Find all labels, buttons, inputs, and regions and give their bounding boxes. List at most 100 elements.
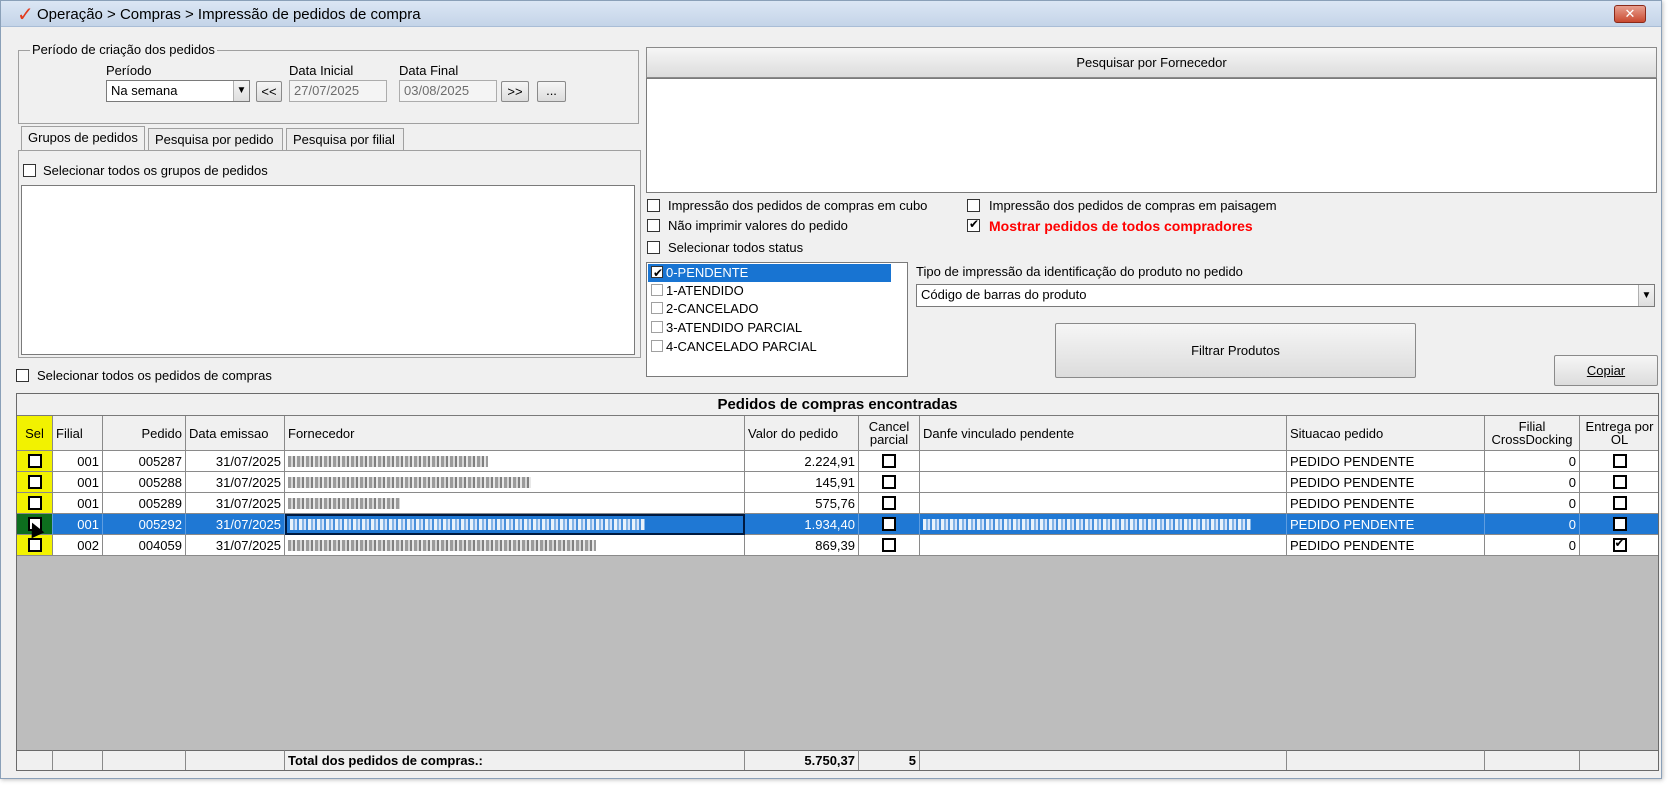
row-cancel-cell[interactable] xyxy=(859,535,920,556)
status-item-cancelado[interactable]: 2-CANCELADO xyxy=(648,300,891,318)
grid-header: Sel Filial Pedido Data emissao Fornecedo… xyxy=(17,416,1658,451)
row-data: 31/07/2025 xyxy=(186,535,285,556)
filtrar-produtos-button[interactable]: Filtrar Produtos xyxy=(1055,323,1416,378)
header-sel[interactable]: Sel xyxy=(17,416,53,451)
periodo-select[interactable]: Na semana ▼ xyxy=(106,80,250,102)
select-all-grupos-label: Selecionar todos os grupos de pedidos xyxy=(43,163,268,178)
status-item-atendido[interactable]: 1-ATENDIDO xyxy=(648,282,891,300)
cancel-parcial-checkbox[interactable] xyxy=(882,538,896,552)
header-pedido[interactable]: Pedido xyxy=(103,416,186,451)
tab-pesquisa-por-pedido[interactable]: Pesquisa por pedido xyxy=(148,128,283,150)
row-entrega-cell[interactable] xyxy=(1580,472,1658,493)
redacted-text xyxy=(288,476,531,488)
footer-blank xyxy=(53,750,103,770)
select-all-grupos-checkbox[interactable] xyxy=(23,164,36,177)
header-danfe[interactable]: Danfe vinculado pendente xyxy=(920,416,1287,451)
status-item-cancelado-parcial[interactable]: 4-CANCELADO PARCIAL xyxy=(648,338,891,356)
row-select-checkbox[interactable] xyxy=(27,454,42,468)
row-sel-cell[interactable] xyxy=(17,535,53,556)
copiar-button[interactable]: Copiar xyxy=(1554,355,1658,386)
data-inicial-field[interactable]: 27/07/2025 xyxy=(289,80,387,102)
header-fornecedor[interactable]: Fornecedor xyxy=(285,416,745,451)
row-danfe-redacted xyxy=(920,514,1287,535)
row-danfe xyxy=(920,472,1287,493)
table-row[interactable]: 001 005289 31/07/2025 575,76 PEDIDO PEND… xyxy=(17,493,1658,514)
status-list[interactable]: 0-PENDENTE 1-ATENDIDO 2-CANCELADO 3-ATEN… xyxy=(646,262,908,377)
entrega-ol-checkbox[interactable] xyxy=(1612,517,1627,531)
entrega-ol-checkbox[interactable] xyxy=(1612,454,1627,468)
status-checkbox[interactable] xyxy=(651,284,663,296)
selecionar-todos-status-checkbox[interactable] xyxy=(647,241,660,254)
more-options-button[interactable]: ... xyxy=(537,81,566,102)
row-entrega-cell[interactable] xyxy=(1580,535,1658,556)
fornecedor-list[interactable] xyxy=(646,78,1657,193)
pesquisar-fornecedor-header[interactable]: Pesquisar por Fornecedor xyxy=(646,47,1657,78)
grupos-list[interactable] xyxy=(21,185,635,355)
row-crossdocking: 0 xyxy=(1485,514,1580,535)
row-fornecedor-redacted[interactable] xyxy=(285,514,745,535)
status-checkbox[interactable] xyxy=(651,321,663,333)
row-fornecedor-redacted xyxy=(285,535,745,556)
row-cancel-cell[interactable] xyxy=(859,514,920,535)
nao-imprimir-valores-label: Não imprimir valores do pedido xyxy=(668,218,848,233)
entrega-ol-checkbox[interactable] xyxy=(1612,475,1627,489)
grid-caption: Pedidos de compras encontradas xyxy=(17,394,1658,416)
impressao-paisagem-checkbox[interactable] xyxy=(967,199,980,212)
status-checkbox[interactable] xyxy=(651,302,663,314)
tab-pesquisa-por-filial[interactable]: Pesquisa por filial xyxy=(286,128,404,150)
cancel-parcial-checkbox[interactable] xyxy=(882,496,896,510)
row-sel-cell[interactable] xyxy=(17,472,53,493)
row-entrega-cell[interactable] xyxy=(1580,493,1658,514)
cancel-parcial-checkbox[interactable] xyxy=(882,517,896,531)
status-checkbox[interactable] xyxy=(651,340,663,352)
row-select-checkbox[interactable] xyxy=(27,475,42,489)
entrega-ol-checkbox[interactable] xyxy=(1612,536,1627,552)
table-row-selected[interactable]: 001 005292 31/07/2025 1.934,40 PEDIDO PE… xyxy=(17,514,1658,535)
tab-grupos-de-pedidos[interactable]: Grupos de pedidos xyxy=(21,126,145,151)
row-select-checkbox[interactable] xyxy=(27,496,42,510)
row-situacao: PEDIDO PENDENTE xyxy=(1287,451,1485,472)
chevron-down-icon: ▼ xyxy=(1638,285,1654,306)
header-valor[interactable]: Valor do pedido xyxy=(745,416,859,451)
status-item-pendente[interactable]: 0-PENDENTE xyxy=(648,264,891,282)
entrega-ol-checkbox[interactable] xyxy=(1612,496,1627,510)
mostrar-todos-compradores-checkbox[interactable] xyxy=(967,217,980,232)
impressao-cubo-checkbox[interactable] xyxy=(647,199,660,212)
header-data-emissao[interactable]: Data emissao xyxy=(186,416,285,451)
header-situacao[interactable]: Situacao pedido xyxy=(1287,416,1485,451)
close-button[interactable]: ✕ xyxy=(1614,5,1646,23)
row-cancel-cell[interactable] xyxy=(859,451,920,472)
row-data: 31/07/2025 xyxy=(186,514,285,535)
next-week-button[interactable]: >> xyxy=(501,81,529,102)
header-filial[interactable]: Filial xyxy=(53,416,103,451)
cancel-parcial-checkbox[interactable] xyxy=(882,475,896,489)
header-crossdocking[interactable]: Filial CrossDocking xyxy=(1485,416,1580,451)
row-fornecedor-redacted xyxy=(285,451,745,472)
table-row[interactable]: 002 004059 31/07/2025 869,39 PEDIDO PEND… xyxy=(17,535,1658,556)
row-sel-cell[interactable] xyxy=(17,493,53,514)
row-entrega-cell[interactable] xyxy=(1580,451,1658,472)
data-final-label: Data Final xyxy=(399,63,459,78)
row-cancel-cell[interactable] xyxy=(859,472,920,493)
tipo-impressao-select[interactable]: Código de barras do produto ▼ xyxy=(916,284,1655,307)
header-entrega-ol[interactable]: Entrega por OL xyxy=(1580,416,1658,451)
row-cancel-cell[interactable] xyxy=(859,493,920,514)
status-checkbox[interactable] xyxy=(651,264,663,282)
title-bar: ✓ Operação > Compras > Impressão de pedi… xyxy=(1,1,1661,27)
header-cancel-parcial[interactable]: Cancel parcial xyxy=(859,416,920,451)
row-entrega-cell[interactable] xyxy=(1580,514,1658,535)
select-all-pedidos-checkbox[interactable] xyxy=(16,369,29,382)
nao-imprimir-valores-checkbox[interactable] xyxy=(647,219,660,232)
redacted-text xyxy=(288,497,400,509)
cancel-parcial-checkbox[interactable] xyxy=(882,454,896,468)
row-pedido: 005288 xyxy=(103,472,186,493)
table-row[interactable]: 001 005287 31/07/2025 2.224,91 PEDIDO PE… xyxy=(17,451,1658,472)
prev-week-button[interactable]: << xyxy=(256,81,282,102)
table-row[interactable]: 001 005288 31/07/2025 145,91 PEDIDO PEND… xyxy=(17,472,1658,493)
row-select-checkbox[interactable] xyxy=(27,538,42,552)
row-valor: 2.224,91 xyxy=(745,451,859,472)
data-final-field[interactable]: 03/08/2025 xyxy=(399,80,497,102)
footer-blank xyxy=(186,750,285,770)
row-sel-cell[interactable] xyxy=(17,451,53,472)
status-item-atendido-parcial[interactable]: 3-ATENDIDO PARCIAL xyxy=(648,319,891,337)
